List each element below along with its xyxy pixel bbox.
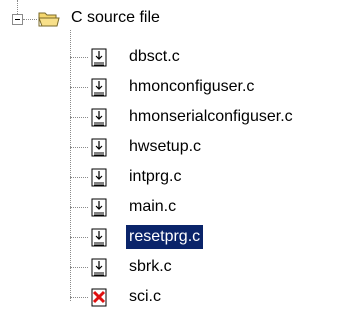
text-file-icon [90, 48, 109, 67]
tree-item-label: dbsct.c [129, 48, 180, 65]
open-folder-icon [38, 12, 60, 27]
text-file-icon [90, 258, 109, 277]
excluded-file-icon [90, 288, 109, 307]
tree-item-label: main.c [129, 198, 177, 215]
text-file-icon [90, 108, 109, 127]
text-file-icon [90, 168, 109, 187]
tree-root-label[interactable]: C source file [68, 6, 163, 30]
tree-connector [70, 297, 88, 298]
tree-connector [70, 177, 88, 178]
text-file-icon [90, 78, 109, 97]
tree-connector [70, 57, 88, 58]
tree-connector [17, 0, 18, 14]
tree-connector [70, 267, 88, 268]
file-tree: C source file dbsct.c hmonconfiguser.c hmo… [0, 0, 351, 329]
collapse-toggle[interactable] [12, 14, 23, 25]
tree-item-label: hwsetup.c [129, 138, 202, 155]
tree-connector [23, 19, 37, 20]
text-file-icon [90, 228, 109, 247]
tree-connector [70, 30, 71, 301]
tree-connector [70, 207, 88, 208]
tree-connector [70, 117, 88, 118]
tree-item-label: intprg.c [129, 168, 182, 185]
tree-item-label: sci.c [129, 288, 161, 305]
tree-item-label: hmonserialconfiguser.c [129, 108, 293, 125]
tree-connector [70, 87, 88, 88]
text-file-icon [90, 138, 109, 157]
tree-item-label: resetprg.c [126, 225, 204, 249]
tree-connector [70, 147, 88, 148]
tree-connector [70, 237, 88, 238]
tree-item-label: hmonconfiguser.c [129, 78, 255, 95]
text-file-icon [90, 198, 109, 217]
tree-item-label: sbrk.c [129, 258, 172, 275]
